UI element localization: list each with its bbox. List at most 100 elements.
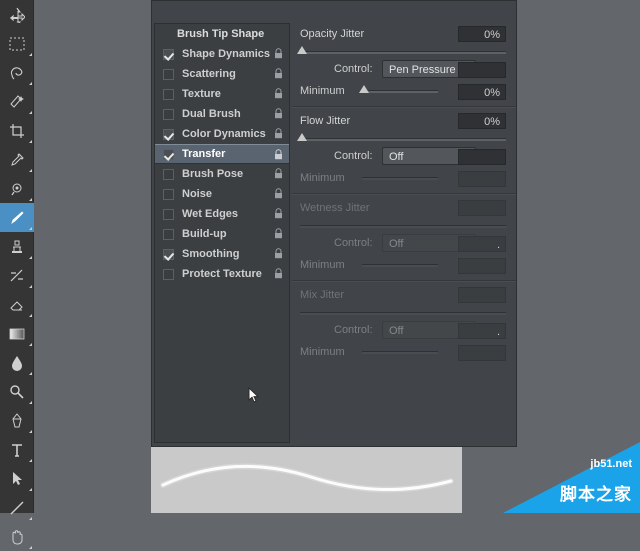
list-item-build-up[interactable]: Build-up (155, 224, 289, 244)
brush-tool[interactable] (0, 203, 34, 232)
list-item-color-dynamics[interactable]: Color Dynamics (155, 124, 289, 144)
lock-icon[interactable] (274, 268, 283, 279)
list-item-shape-dynamics[interactable]: Shape Dynamics (155, 44, 289, 64)
brush-options-list: Brush Tip Shape Shape Dynamics Scatterin… (154, 23, 290, 443)
list-item-noise[interactable]: Noise (155, 184, 289, 204)
wetness-minimum-row: Minimum (292, 255, 516, 277)
flow-minimum-slider (362, 172, 438, 184)
clone-stamp-tool[interactable] (0, 232, 34, 261)
opacity-jitter-value[interactable]: 0% (458, 26, 506, 42)
mix-control-extra-box: . (458, 323, 506, 339)
dodge-tool[interactable] (0, 377, 34, 406)
wetness-minimum-value (458, 258, 506, 274)
list-item-protect-texture[interactable]: Protect Texture (155, 264, 289, 284)
list-item-label: Wet Edges (182, 208, 238, 220)
lock-icon[interactable] (274, 149, 283, 160)
shape-tool[interactable] (0, 493, 34, 522)
wetness-minimum-slider (362, 259, 438, 271)
marquee-tool[interactable] (0, 29, 34, 58)
divider (292, 280, 516, 282)
checkbox-build-up[interactable] (163, 229, 174, 240)
checkbox-brush-pose[interactable] (163, 169, 174, 180)
lock-icon[interactable] (274, 108, 283, 119)
tool-flyout-corner-icon (29, 459, 32, 462)
opacity-minimum-slider[interactable] (362, 85, 438, 97)
flow-jitter-slider[interactable] (300, 132, 506, 146)
list-item-transfer[interactable]: Transfer (155, 144, 289, 164)
divider (292, 193, 516, 195)
mix-minimum-label: Minimum (300, 346, 345, 358)
flow-minimum-label: Minimum (300, 172, 345, 184)
hand-tool[interactable] (0, 522, 34, 551)
list-item-label: Build-up (182, 228, 227, 240)
move-tool[interactable] (0, 0, 34, 29)
lock-icon[interactable] (274, 88, 283, 99)
tool-flyout-corner-icon (29, 53, 32, 56)
checkbox-scattering[interactable] (163, 69, 174, 80)
opacity-minimum-value[interactable]: 0% (458, 84, 506, 100)
section-flow-jitter: Flow Jitter 0% Control: Off . Minimum (292, 110, 516, 190)
pen-tool[interactable] (0, 406, 34, 435)
crop-tool[interactable] (0, 116, 34, 145)
flow-control-extra-box[interactable]: . (458, 149, 506, 165)
opacity-jitter-slider[interactable] (300, 45, 506, 59)
tool-flyout-corner-icon (29, 227, 32, 230)
tool-flyout-corner-icon (29, 517, 32, 520)
lock-icon[interactable] (274, 228, 283, 239)
list-item-smoothing[interactable]: Smoothing (155, 244, 289, 264)
lock-icon[interactable] (274, 188, 283, 199)
checkbox-shape-dynamics[interactable] (163, 49, 174, 60)
lock-icon[interactable] (274, 48, 283, 59)
wetness-control-row: Control: Off . (292, 233, 516, 255)
opacity-control-extra-box[interactable]: . (458, 62, 506, 78)
checkbox-wet-edges[interactable] (163, 209, 174, 220)
list-item-label: Transfer (182, 148, 225, 160)
list-item-label: Protect Texture (182, 268, 262, 280)
checkbox-dual-brush[interactable] (163, 109, 174, 120)
list-item-scattering[interactable]: Scattering (155, 64, 289, 84)
checkbox-protect-texture[interactable] (163, 269, 174, 280)
list-item-brush-pose[interactable]: Brush Pose (155, 164, 289, 184)
brush-tip-shape-row[interactable]: Brush Tip Shape (155, 24, 289, 44)
type-tool[interactable] (0, 435, 34, 464)
tool-flyout-corner-icon (29, 546, 32, 549)
tool-flyout-corner-icon (29, 372, 32, 375)
lasso-tool[interactable] (0, 58, 34, 87)
lock-icon[interactable] (274, 248, 283, 259)
opacity-control-value: Pen Pressure (389, 64, 456, 76)
watermark: jb51.net 脚本之家 (503, 442, 640, 513)
gradient-tool[interactable] (0, 319, 34, 348)
list-item-dual-brush[interactable]: Dual Brush (155, 104, 289, 124)
checkbox-color-dynamics[interactable] (163, 129, 174, 140)
tool-flyout-corner-icon (29, 430, 32, 433)
tool-flyout-corner-icon (29, 314, 32, 317)
checkbox-noise[interactable] (163, 189, 174, 200)
document-canvas[interactable] (151, 447, 462, 513)
history-brush-tool[interactable] (0, 261, 34, 290)
list-item-label: Shape Dynamics (182, 48, 270, 60)
wetness-jitter-label: Wetness Jitter (292, 202, 370, 214)
section-mix-jitter: Mix Jitter Control: Off . Minimum (292, 284, 516, 364)
checkbox-texture[interactable] (163, 89, 174, 100)
lock-icon[interactable] (274, 208, 283, 219)
checkbox-transfer[interactable] (163, 149, 174, 160)
opacity-minimum-row: Minimum 0% (292, 81, 516, 103)
tool-flyout-corner-icon (29, 140, 32, 143)
flow-jitter-value[interactable]: 0% (458, 113, 506, 129)
path-selection-tool[interactable] (0, 464, 34, 493)
tool-flyout-corner-icon (29, 198, 32, 201)
eraser-tool[interactable] (0, 290, 34, 319)
healing-brush-tool[interactable] (0, 174, 34, 203)
quick-selection-tool[interactable] (0, 87, 34, 116)
lock-icon[interactable] (274, 168, 283, 179)
wetness-jitter-slider (300, 219, 506, 233)
lock-icon[interactable] (274, 68, 283, 79)
list-item-texture[interactable]: Texture (155, 84, 289, 104)
list-item-label: Brush Pose (182, 168, 243, 180)
eyedropper-tool[interactable] (0, 145, 34, 174)
checkbox-smoothing[interactable] (163, 249, 174, 260)
list-item-wet-edges[interactable]: Wet Edges (155, 204, 289, 224)
list-item-label: Dual Brush (182, 108, 241, 120)
lock-icon[interactable] (274, 128, 283, 139)
blur-tool[interactable] (0, 348, 34, 377)
